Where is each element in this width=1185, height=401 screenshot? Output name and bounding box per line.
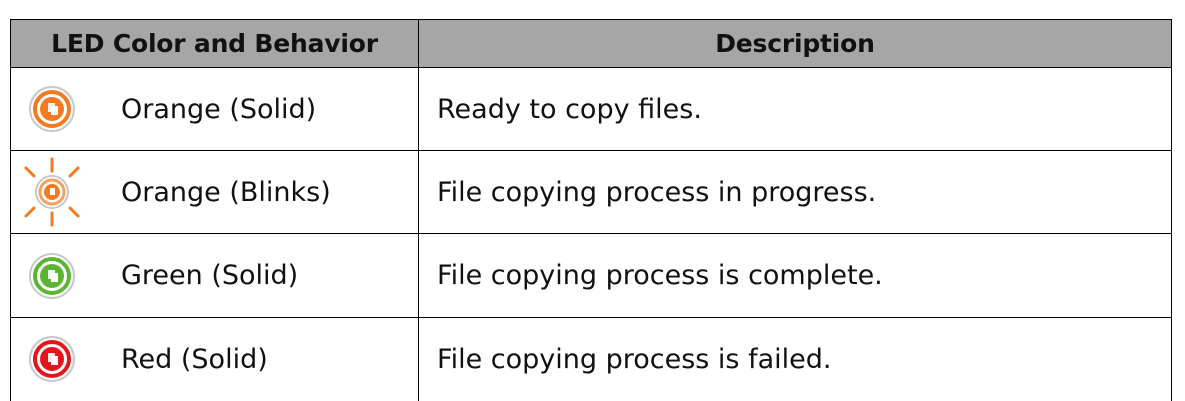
table-header-row: LED Color and Behavior Description <box>10 19 1172 68</box>
led-behavior-cell: Orange (Blinks) <box>11 151 418 233</box>
description-cell: File copying process in progress. <box>418 150 1172 235</box>
description-cell: File copying process is complete. <box>418 233 1172 318</box>
led-behavior-label: Red (Solid) <box>121 343 268 375</box>
description-cell: Ready to copy files. <box>418 66 1172 152</box>
header-description: Description <box>418 19 1172 68</box>
red-solid-led-icon <box>17 324 87 394</box>
table-row: Orange (Solid) Ready to copy files. <box>10 66 1172 152</box>
led-behavior-cell: Orange (Solid) <box>11 68 418 150</box>
orange-blinking-led-icon <box>17 157 87 227</box>
led-status-table: LED Color and Behavior Description Orang… <box>10 19 1172 401</box>
description-cell: File copying process is failed. <box>418 316 1172 401</box>
led-behavior-cell: Green (Solid) <box>11 234 418 316</box>
table-row: Red (Solid) File copying process is fail… <box>10 316 1172 401</box>
led-behavior-cell: Red (Solid) <box>11 318 418 401</box>
led-behavior-label: Orange (Solid) <box>121 93 317 125</box>
table-row: Orange (Blinks) File copying process in … <box>10 150 1172 235</box>
table-row: Green (Solid) File copying process is co… <box>10 233 1172 318</box>
header-led-behavior: LED Color and Behavior <box>10 19 419 68</box>
orange-solid-led-icon <box>17 74 87 144</box>
led-behavior-label: Green (Solid) <box>121 260 299 292</box>
green-solid-led-icon <box>17 241 87 311</box>
led-behavior-label: Orange (Blinks) <box>121 176 331 208</box>
